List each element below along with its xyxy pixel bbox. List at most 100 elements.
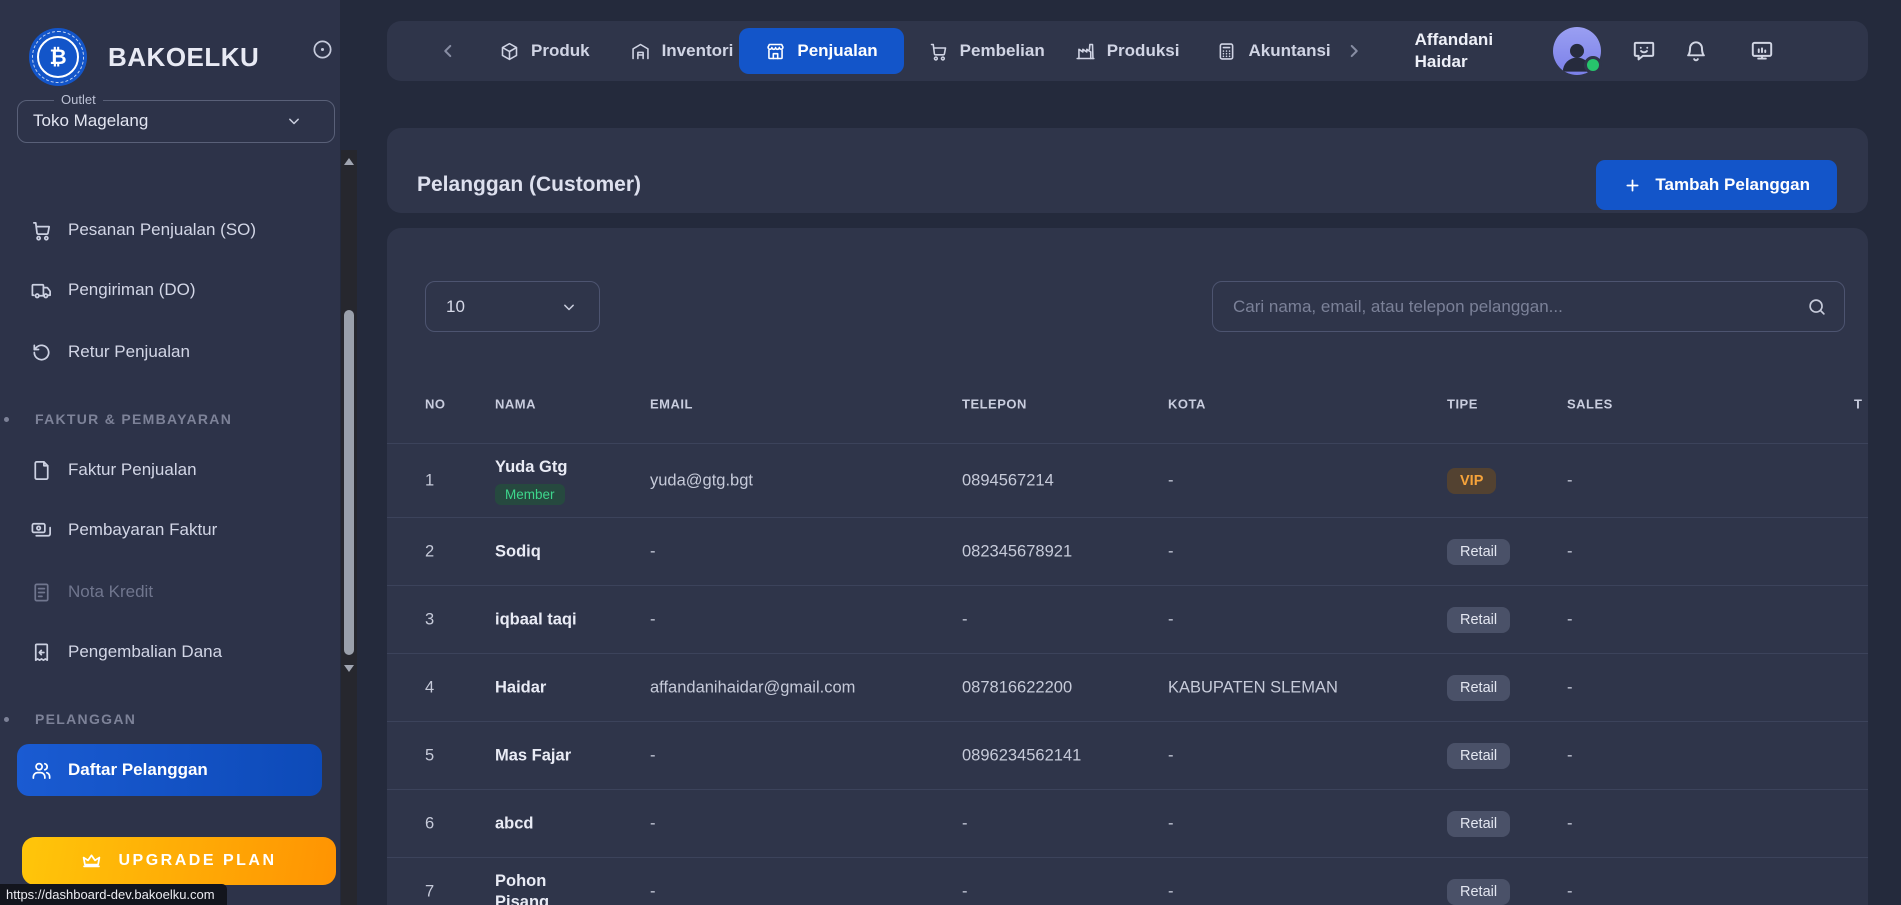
display-monitor-icon[interactable]	[1749, 38, 1775, 64]
sidebar-item-pesanan-penjualan-so[interactable]: Pesanan Penjualan (SO)	[0, 200, 340, 260]
sidebar-item-retur-penjualan[interactable]: Retur Penjualan	[0, 322, 340, 382]
tab-produksi[interactable]: Produksi	[1075, 28, 1180, 74]
top-navbar: Produk Inventori Penjualan Pembelian Produks…	[387, 21, 1868, 81]
store-icon	[765, 41, 786, 62]
tab-pembelian[interactable]: Pembelian	[928, 28, 1045, 74]
nav-scroll-left-icon[interactable]	[437, 40, 459, 62]
cards-icon	[30, 519, 53, 542]
cell-no: 1	[425, 471, 434, 490]
column-header-t: T	[1854, 397, 1862, 412]
sidebar-item-pembayaran-faktur[interactable]: Pembayaran Faktur	[0, 500, 340, 560]
cell-nama: Yuda Gtg Member	[495, 457, 590, 505]
customer-search-input[interactable]	[1231, 296, 1806, 318]
search-icon[interactable]	[1806, 296, 1828, 318]
table-row[interactable]: 5Mas Fajar-0896234562141-Retail-	[387, 721, 1868, 789]
online-status-dot	[1584, 56, 1602, 74]
cell-nama: Mas Fajar	[495, 745, 590, 766]
tab-label: Inventori	[662, 41, 734, 61]
chevron-down-icon	[559, 297, 579, 317]
tab-akuntansi[interactable]: Akuntansi	[1216, 28, 1330, 74]
tab-label: Penjualan	[797, 41, 877, 61]
cell-telepon: 082345678921	[962, 542, 1072, 561]
note-icon	[30, 581, 53, 604]
chat-feedback-icon[interactable]	[1631, 38, 1657, 64]
cell-tipe: Retail	[1447, 879, 1510, 905]
column-header-email: EMAIL	[650, 397, 693, 412]
sidebar: ₿ BAKOELKU Outlet Toko Magelang Pesanan …	[0, 0, 340, 905]
add-customer-button[interactable]: Tambah Pelanggan	[1596, 160, 1837, 210]
customer-name: Haidar	[495, 677, 590, 698]
cell-tipe: Retail	[1447, 539, 1510, 565]
column-header-nama: NAMA	[495, 397, 536, 412]
sidebar-section-faktur-pembayaran: FAKTUR & PEMBAYARAN	[0, 409, 340, 429]
cell-no: 7	[425, 882, 434, 901]
nav-scroll-right-icon[interactable]	[1343, 40, 1365, 62]
notifications-bell-icon[interactable]	[1683, 38, 1709, 64]
calc-icon	[1216, 41, 1237, 62]
customer-name: Yuda Gtg	[495, 457, 590, 478]
sidebar-item-pengiriman-do[interactable]: Pengiriman (DO)	[0, 260, 340, 320]
section-label: PELANGGAN	[35, 711, 136, 727]
customer-search	[1212, 281, 1845, 332]
table-row[interactable]: 6abcd---Retail-	[387, 789, 1868, 857]
tab-inventori[interactable]: Inventori	[630, 28, 734, 74]
cell-kota: -	[1168, 814, 1174, 833]
customer-table-card: 10 NONAMAEMAILTELEPONKOTATIPESALEST 1Yud…	[387, 228, 1868, 905]
tipe-badge: Retail	[1447, 675, 1510, 701]
table-row[interactable]: 1Yuda GtgMemberyuda@gtg.bgt0894567214-VI…	[387, 443, 1868, 517]
table-row[interactable]: 7Pohon Pisang---Retail-	[387, 857, 1868, 905]
sidebar-scrollbar[interactable]	[341, 150, 357, 905]
customer-name: iqbaal taqi	[495, 609, 590, 630]
page-size-select[interactable]: 10	[425, 281, 600, 332]
tab-penjualan[interactable]: Penjualan	[739, 28, 903, 74]
cell-nama: Sodiq	[495, 541, 590, 562]
file-icon	[30, 459, 53, 482]
page-size-value: 10	[446, 297, 465, 317]
table-row[interactable]: 2Sodiq-082345678921-Retail-	[387, 517, 1868, 585]
customer-name: abcd	[495, 813, 590, 834]
user-name-line1: Affandani	[1415, 29, 1493, 51]
cell-kota: -	[1168, 882, 1174, 901]
tab-label: Produksi	[1107, 41, 1180, 61]
member-badge: Member	[495, 484, 565, 505]
upgrade-plan-button[interactable]: UPGRADE PLAN	[22, 837, 336, 885]
column-header-tipe: TIPE	[1447, 397, 1478, 412]
customer-name: Sodiq	[495, 541, 590, 562]
sidebar-item-faktur-penjualan[interactable]: Faktur Penjualan	[0, 440, 340, 500]
cell-nama: Pohon Pisang	[495, 871, 590, 905]
cart-icon	[30, 219, 53, 242]
sidebar-item-label: Faktur Penjualan	[68, 460, 197, 480]
tipe-badge: VIP	[1447, 468, 1496, 494]
tab-label: Pembelian	[960, 41, 1045, 61]
sidebar-item-label: Daftar Pelanggan	[68, 760, 208, 780]
cell-sales: -	[1567, 882, 1573, 901]
table-row[interactable]: 4Haidaraffandanihaidar@gmail.com08781662…	[387, 653, 1868, 721]
cell-tipe: Retail	[1447, 675, 1510, 701]
cell-kota: -	[1168, 610, 1174, 629]
column-header-no: NO	[425, 397, 446, 412]
customer-name: Mas Fajar	[495, 745, 590, 766]
cell-sales: -	[1567, 542, 1573, 561]
cell-kota: KABUPATEN SLEMAN	[1168, 678, 1338, 697]
scroll-down-arrow[interactable]	[344, 665, 354, 672]
sidebar-item-daftar-pelanggan[interactable]: Daftar Pelanggan	[17, 744, 322, 796]
tab-label: Akuntansi	[1248, 41, 1330, 61]
tipe-badge: Retail	[1447, 607, 1510, 633]
user-avatar[interactable]	[1553, 27, 1601, 75]
table-row[interactable]: 3iqbaal taqi---Retail-	[387, 585, 1868, 653]
cell-email: -	[650, 814, 656, 833]
rotate-icon	[30, 341, 53, 364]
sidebar-item-pengembalian-dana[interactable]: Pengembalian Dana	[0, 622, 340, 682]
tipe-badge: Retail	[1447, 539, 1510, 565]
outlet-select[interactable]: Outlet Toko Magelang	[17, 100, 335, 143]
tab-produk[interactable]: Produk	[499, 28, 590, 74]
scrollbar-thumb[interactable]	[344, 310, 354, 655]
scroll-up-arrow[interactable]	[344, 158, 354, 165]
crown-icon	[81, 851, 102, 872]
sidebar-collapse-icon[interactable]	[311, 38, 334, 61]
outlet-label: Outlet	[54, 92, 103, 107]
cell-telepon: -	[962, 610, 968, 629]
column-header-telepon: TELEPON	[962, 397, 1027, 412]
cell-tipe: Retail	[1447, 743, 1510, 769]
sidebar-item-nota-kredit[interactable]: Nota Kredit	[0, 562, 340, 622]
